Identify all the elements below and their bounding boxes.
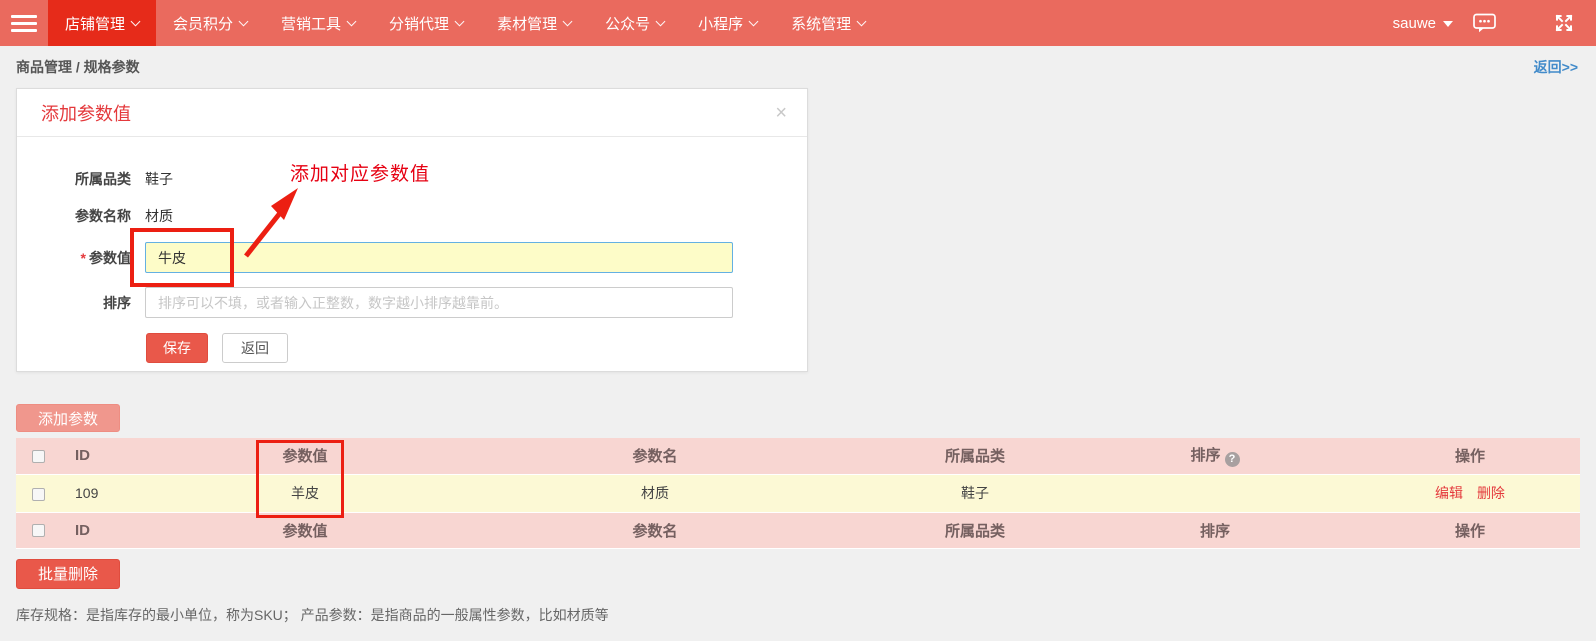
chevron-down-icon (347, 16, 357, 26)
col-sort: 排序? (1070, 438, 1360, 474)
save-button[interactable]: 保存 (146, 333, 208, 363)
dropdown-arrow-icon (1443, 21, 1453, 27)
breadcrumb: 商品管理 / 规格参数 (16, 57, 140, 77)
col-id: ID (60, 512, 180, 548)
sort-input[interactable] (145, 287, 733, 318)
nav-item-label: 系统管理 (791, 13, 851, 34)
main-nav: 店铺管理 会员积分 营销工具 分销代理 素材管理 公众号 小程序 系统管理 (48, 0, 882, 46)
select-all-checkbox[interactable] (32, 524, 45, 537)
table-row: 109 羊皮 材质 鞋子 编辑 删除 (16, 474, 1580, 512)
edit-link[interactable]: 编辑 (1435, 485, 1463, 501)
col-param-name: 参数名 (430, 512, 880, 548)
field-value: 材质 (145, 206, 173, 226)
nav-item-material-management[interactable]: 素材管理 (480, 0, 588, 46)
help-icon[interactable]: ? (1225, 452, 1240, 467)
field-category: 所属品类 鞋子 (17, 167, 807, 191)
table-header-row: ID 参数值 参数名 所属品类 排序? 操作 (16, 438, 1580, 474)
panel-body: 所属品类 鞋子 参数名称 材质 *参数值 排序 保存 返回 (17, 137, 807, 363)
add-param-value-panel: 添加参数值 × 所属品类 鞋子 参数名称 材质 *参数值 排序 保存 返回 (16, 88, 808, 372)
nav-item-label: 公众号 (605, 13, 650, 34)
chevron-down-icon (563, 16, 573, 26)
nav-item-official-account[interactable]: 公众号 (588, 0, 681, 46)
nav-item-shop-management[interactable]: 店铺管理 (48, 0, 156, 46)
field-label: 所属品类 (17, 169, 131, 189)
cell-category: 鞋子 (880, 474, 1070, 512)
user-menu[interactable]: sauwe (1393, 15, 1453, 32)
chevron-down-icon (857, 16, 867, 26)
nav-item-distribution-agent[interactable]: 分销代理 (372, 0, 480, 46)
chevron-down-icon (749, 16, 759, 26)
col-sort: 排序 (1070, 512, 1360, 548)
col-actions: 操作 (1360, 438, 1580, 474)
nav-item-label: 素材管理 (497, 13, 557, 34)
nav-item-marketing-tools[interactable]: 营销工具 (264, 0, 372, 46)
nav-item-label: 店铺管理 (65, 13, 125, 34)
top-navbar: 店铺管理 会员积分 营销工具 分销代理 素材管理 公众号 小程序 系统管理 sa… (0, 0, 1596, 46)
cell-actions: 编辑 删除 (1360, 474, 1580, 512)
field-label: 排序 (17, 293, 131, 313)
table-footer-header-row: ID 参数值 参数名 所属品类 排序 操作 (16, 512, 1580, 548)
field-value: 鞋子 (145, 169, 173, 189)
field-param-value: *参数值 (17, 242, 807, 273)
field-label: 参数名称 (17, 206, 131, 226)
back-link[interactable]: 返回>> (1534, 57, 1578, 77)
breadcrumb-bar: 商品管理 / 规格参数 返回>> (0, 46, 1596, 88)
nav-item-mini-program[interactable]: 小程序 (681, 0, 774, 46)
panel-header: 添加参数值 × (17, 89, 807, 137)
nav-item-label: 小程序 (698, 13, 743, 34)
chevron-down-icon (239, 16, 249, 26)
message-icon[interactable] (1473, 13, 1496, 33)
cell-sort (1070, 474, 1360, 512)
footer-note: 库存规格：是指库存的最小单位，称为SKU； 产品参数：是指商品的一般属性参数，比… (16, 605, 1596, 625)
close-icon[interactable]: × (775, 103, 787, 123)
navbar-right: sauwe (1393, 0, 1596, 46)
field-sort: 排序 (17, 287, 807, 318)
chevron-down-icon (455, 16, 465, 26)
menu-icon[interactable] (0, 0, 48, 46)
col-param-value: 参数值 (180, 438, 430, 474)
panel-title: 添加参数值 (41, 100, 131, 126)
field-param-name: 参数名称 材质 (17, 204, 807, 228)
add-param-button[interactable]: 添加参数 (16, 404, 120, 432)
apps-grid-icon[interactable] (1516, 14, 1534, 32)
return-button[interactable]: 返回 (222, 333, 288, 363)
cell-id: 109 (60, 474, 180, 512)
cell-param-name: 材质 (430, 474, 880, 512)
panel-buttons: 保存 返回 (17, 333, 807, 363)
delete-link[interactable]: 删除 (1477, 485, 1505, 501)
col-param-value: 参数值 (180, 512, 430, 548)
nav-item-label: 营销工具 (281, 13, 341, 34)
fullscreen-icon[interactable] (1554, 13, 1574, 33)
param-table: ID 参数值 参数名 所属品类 排序? 操作 109 羊皮 材质 鞋子 编辑 删… (16, 438, 1580, 549)
nav-item-label: 分销代理 (389, 13, 449, 34)
col-category: 所属品类 (880, 512, 1070, 548)
col-category: 所属品类 (880, 438, 1070, 474)
batch-delete-button[interactable]: 批量删除 (16, 559, 120, 589)
row-checkbox[interactable] (32, 488, 45, 501)
field-label: *参数值 (17, 248, 131, 268)
col-id: ID (60, 438, 180, 474)
chevron-down-icon (131, 16, 141, 26)
nav-item-system-management[interactable]: 系统管理 (774, 0, 882, 46)
chevron-down-icon (656, 16, 666, 26)
col-actions: 操作 (1360, 512, 1580, 548)
required-mark: * (81, 250, 86, 266)
nav-item-member-points[interactable]: 会员积分 (156, 0, 264, 46)
cell-param-value: 羊皮 (180, 474, 430, 512)
username-label: sauwe (1393, 15, 1436, 32)
select-all-checkbox[interactable] (32, 450, 45, 463)
col-param-name: 参数名 (430, 438, 880, 474)
param-value-input[interactable] (145, 242, 733, 273)
nav-item-label: 会员积分 (173, 13, 233, 34)
